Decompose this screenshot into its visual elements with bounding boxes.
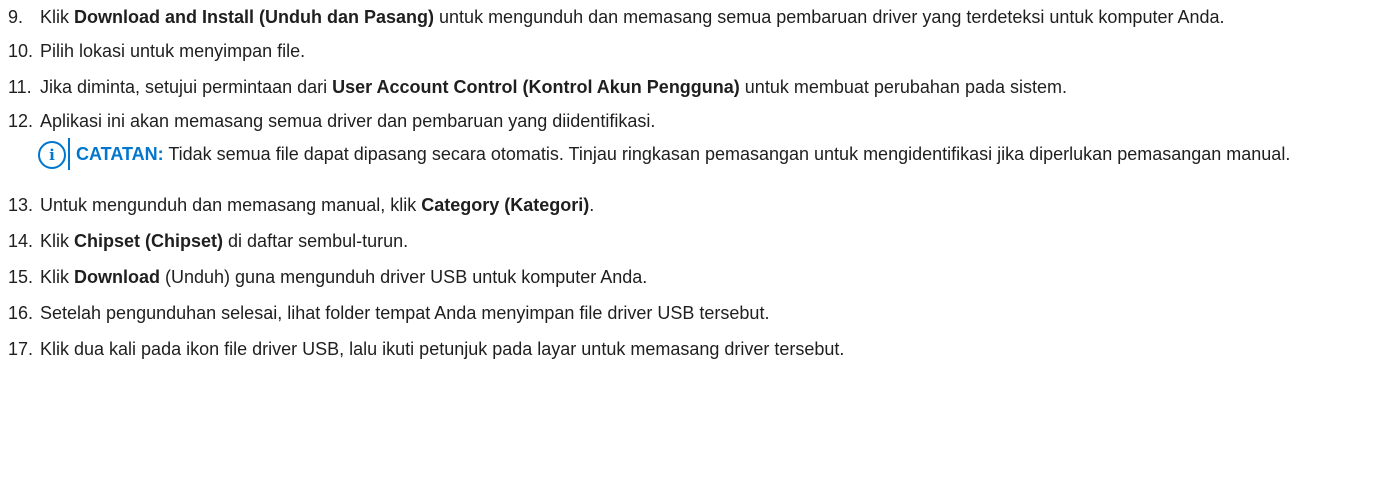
step-number: 14. [8,231,34,251]
step-text: Pilih lokasi untuk menyimpan file. [40,41,306,61]
info-icon: i [38,141,66,169]
step-15: 15. Klik Download (Unduh) guna mengunduh… [8,264,1348,290]
step-text-bold: Download [74,267,161,287]
step-number: 13. [8,195,34,215]
step-number: 11. [8,77,32,97]
note-body: Tidak semua file dapat dipasang secara o… [163,144,1291,164]
step-number: 16. [8,303,34,323]
step-number: 12. [8,111,34,131]
step-text-pre: Jika diminta, setujui permintaan dari [40,77,333,97]
note-box: i CATATAN: Tidak semua file dapat dipasa… [38,138,1348,170]
step-text: Klik Download and Install (Unduh dan Pas… [40,4,1348,30]
note-label: CATATAN: [76,144,164,164]
step-text: Klik Download (Unduh) guna mengunduh dri… [40,264,1348,290]
step-text-post: (Unduh) guna mengunduh driver USB untuk … [160,267,648,287]
step-text-bold: User Account Control (Kontrol Akun Pengg… [332,77,740,97]
instruction-steps: 9. Klik Download and Install (Unduh dan … [8,4,1348,362]
step-number: 10. [8,41,34,61]
step-13: 13. Untuk mengunduh dan memasang manual,… [8,192,1348,218]
step-number: 9. [8,7,24,27]
step-text-post: . [589,195,595,215]
step-number: 17. [8,339,34,359]
step-text-bold: Chipset (Chipset) [74,231,224,251]
step-text-pre: Untuk mengunduh dan memasang manual, kli… [40,195,422,215]
step-16: 16. Setelah pengunduhan selesai, lihat f… [8,300,1348,326]
step-text-pre: Klik [40,231,75,251]
step-text: Klik Chipset (Chipset) di daftar sembul-… [40,228,1348,254]
step-text-pre: Klik [40,7,75,27]
step-text-post: di daftar sembul-turun. [223,231,409,251]
step-text: Jika diminta, setujui permintaan dari Us… [40,74,1348,100]
step-text: Setelah pengunduhan selesai, lihat folde… [40,303,770,323]
step-9: 9. Klik Download and Install (Unduh dan … [8,4,1348,30]
step-17: 17. Klik dua kali pada ikon file driver … [8,336,1348,362]
step-text-pre: Klik [40,267,75,287]
step-text-bold: Category (Kategori) [421,195,590,215]
step-10: 10. Pilih lokasi untuk menyimpan file. [8,38,1348,64]
step-11: 11. Jika diminta, setujui permintaan dar… [8,74,1348,100]
step-14: 14. Klik Chipset (Chipset) di daftar sem… [8,228,1348,254]
step-12: 12. Aplikasi ini akan memasang semua dri… [8,108,1348,134]
step-text-bold: Download and Install (Unduh dan Pasang) [74,7,435,27]
step-text: Untuk mengunduh dan memasang manual, kli… [40,192,1348,218]
step-text-post: untuk mengunduh dan memasang semua pemba… [434,7,1225,27]
step-number: 15. [8,267,34,287]
note-text: CATATAN: Tidak semua file dapat dipasang… [68,138,1348,170]
step-text: Klik dua kali pada ikon file driver USB,… [40,339,845,359]
step-text: Aplikasi ini akan memasang semua driver … [40,111,656,131]
step-text-post: untuk membuat perubahan pada sistem. [739,77,1067,97]
